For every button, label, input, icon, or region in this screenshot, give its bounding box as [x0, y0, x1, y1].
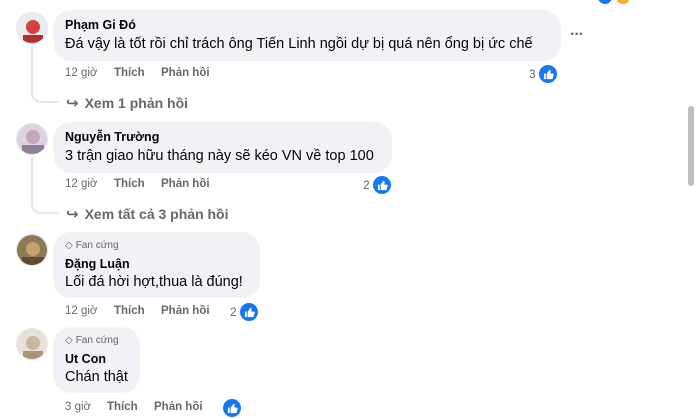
comment-author[interactable]: Phạm Gi Đó	[65, 18, 136, 32]
like-button[interactable]: Thích	[107, 401, 138, 413]
comment-author[interactable]: Ut Con	[65, 352, 106, 366]
like-icon[interactable]	[238, 301, 260, 323]
fan-badge: ◇ Fan cứng	[65, 240, 119, 251]
avatar[interactable]	[16, 12, 48, 44]
like-button[interactable]: Thích	[114, 178, 145, 190]
reaction-count[interactable]: 2	[363, 178, 370, 192]
like-icon[interactable]	[371, 174, 393, 196]
thread-connector	[31, 46, 59, 103]
comment-time[interactable]: 12 giờ	[65, 67, 97, 79]
view-replies-label: Xem 1 phản hồi	[84, 95, 189, 111]
fan-badge-label: Fan cứng	[75, 240, 119, 251]
like-icon[interactable]	[537, 63, 559, 85]
diamond-icon: ◇	[65, 240, 73, 251]
fan-badge: ◇ Fan cứng	[65, 335, 119, 346]
top-reaction-icons	[598, 0, 634, 4]
comment-time[interactable]: 12 giờ	[65, 178, 97, 190]
reply-button[interactable]: Phản hồi	[161, 305, 210, 317]
view-replies-link[interactable]: ↪ Xem 1 phản hồi	[66, 94, 188, 112]
comment-time[interactable]: 3 giờ	[65, 401, 91, 413]
reply-arrow-icon: ↪	[66, 206, 79, 223]
comment-author[interactable]: Đặng Luận	[65, 257, 130, 271]
comment-text: Chán thật	[65, 369, 128, 385]
reaction-count[interactable]: 2	[230, 305, 237, 319]
comment-author[interactable]: Nguyễn Trường	[65, 130, 159, 144]
view-replies-label: Xem tất cả 3 phản hồi	[84, 206, 229, 222]
comment-text: Lối đá hời hợt,thua là đúng!	[65, 274, 243, 290]
reaction-count[interactable]: 3	[529, 67, 536, 81]
reply-button[interactable]: Phản hồi	[161, 67, 210, 79]
comment-text: 3 trận giao hữu tháng này sẽ kéo VN về t…	[65, 148, 374, 164]
diamond-icon: ◇	[65, 335, 73, 346]
comment-text: Đá vậy là tốt rồi chỉ trách ông Tiến Lin…	[65, 36, 533, 52]
like-icon[interactable]	[221, 397, 243, 419]
reply-button[interactable]: Phản hồi	[154, 401, 203, 413]
comment-time[interactable]: 12 giờ	[65, 305, 97, 317]
fan-badge-label: Fan cứng	[75, 335, 119, 346]
haha-reaction-icon	[616, 0, 630, 4]
avatar[interactable]	[16, 328, 48, 360]
more-options-icon[interactable]: ···	[570, 26, 584, 44]
like-button[interactable]: Thích	[114, 67, 145, 79]
like-reaction-icon	[598, 0, 612, 4]
like-button[interactable]: Thích	[114, 305, 145, 317]
scrollbar-thumb[interactable]	[688, 106, 694, 186]
reply-arrow-icon: ↪	[66, 95, 79, 112]
view-replies-link[interactable]: ↪ Xem tất cả 3 phản hồi	[66, 205, 229, 223]
reply-button[interactable]: Phản hồi	[161, 178, 210, 190]
avatar[interactable]	[16, 234, 48, 266]
avatar[interactable]	[16, 123, 48, 155]
thread-connector	[31, 157, 59, 214]
